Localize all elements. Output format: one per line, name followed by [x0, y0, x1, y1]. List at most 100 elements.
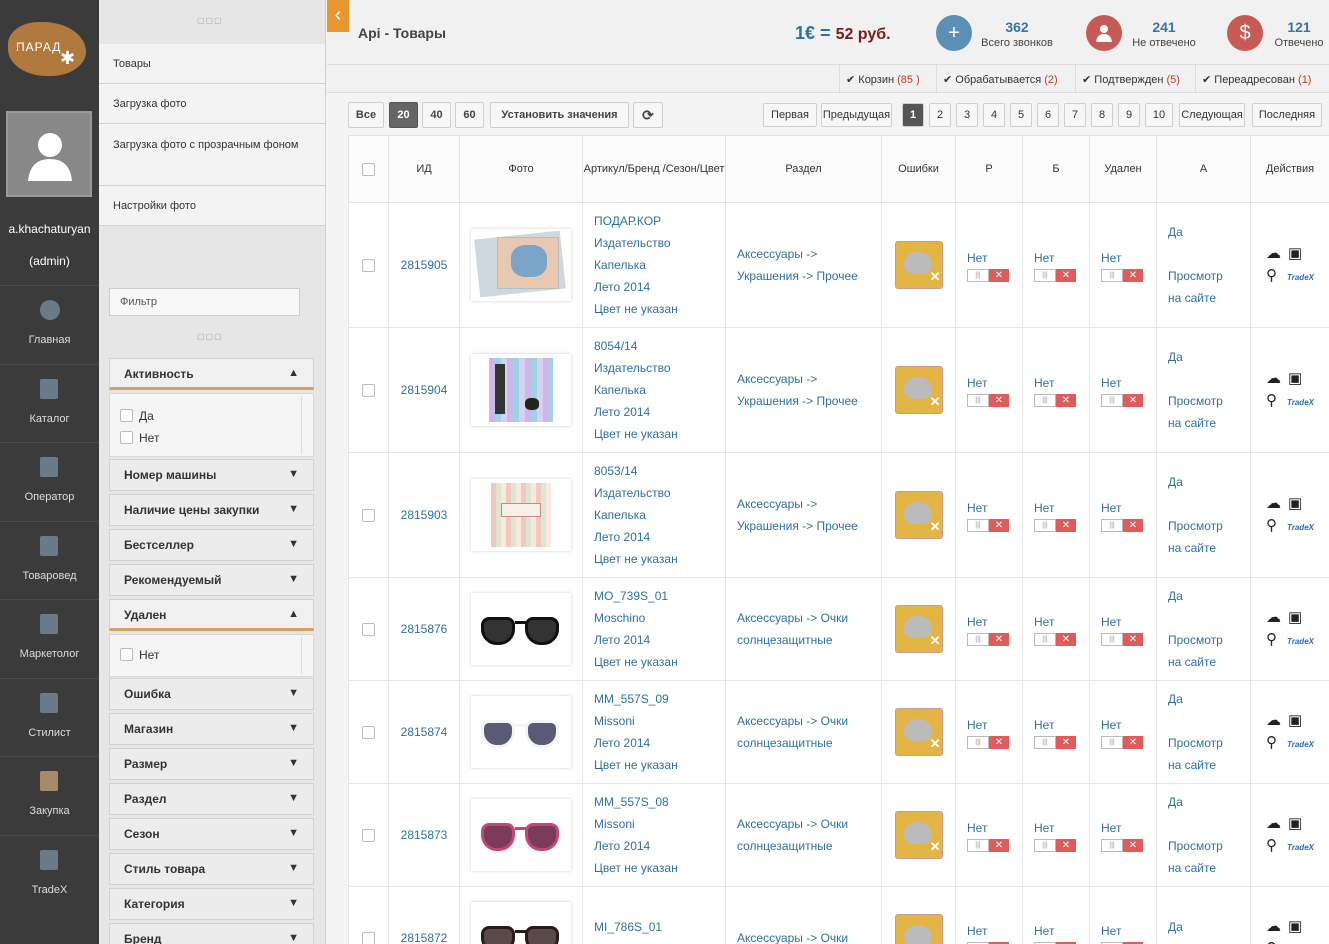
filter-input[interactable]: Фильтр — [109, 288, 300, 316]
season-link[interactable]: Лето 2014 — [594, 276, 725, 298]
image-icon[interactable]: ▣ — [1288, 371, 1308, 387]
cloud-upload-icon[interactable]: ☁ — [1266, 610, 1286, 626]
brand-link[interactable]: Издательство Капелька — [594, 357, 694, 401]
row-checkbox[interactable] — [362, 726, 375, 740]
a-value[interactable]: Да — [1168, 346, 1250, 368]
col-b[interactable]: Б — [1022, 135, 1090, 203]
tab-baskets[interactable]: ✔ Корзин (85 ) — [839, 65, 926, 93]
error-image-icon[interactable]: ✕ — [894, 914, 943, 944]
product-id-link[interactable]: 2815905 — [401, 258, 448, 272]
product-id-link[interactable]: 2815874 — [401, 725, 448, 739]
toggle-switch[interactable]: |||✕ — [967, 519, 1011, 533]
row-checkbox[interactable] — [362, 932, 375, 944]
submenu-photo-transparent[interactable]: Загрузка фото с прозрачным фоном — [99, 124, 325, 186]
prev-page-button[interactable]: Предыдущая — [821, 103, 892, 127]
a-value[interactable]: Да — [1168, 221, 1250, 243]
product-photo[interactable] — [471, 229, 571, 301]
filter-price[interactable]: Наличие цены закупки ▼ — [109, 494, 314, 526]
drag-handle-icon[interactable]: ▢▢▢ — [197, 16, 223, 25]
error-image-icon[interactable]: ✕ — [894, 241, 943, 289]
a-value[interactable]: Да — [1168, 916, 1250, 938]
a-value[interactable]: Да — [1168, 688, 1250, 710]
filter-error[interactable]: Ошибка ▼ — [109, 678, 314, 710]
col-id[interactable]: ИД — [388, 135, 460, 203]
image-icon[interactable]: ▣ — [1288, 246, 1308, 262]
color-link[interactable]: Цвет не указан — [594, 423, 725, 445]
row-checkbox[interactable] — [362, 623, 375, 637]
view-on-site-link[interactable]: Просмотр — [1168, 265, 1250, 287]
toggle-switch[interactable]: |||✕ — [967, 736, 1011, 750]
nav-item[interactable]: Закупка — [0, 756, 99, 834]
page-button[interactable]: 4 — [983, 103, 1005, 127]
col-a[interactable]: А — [1156, 135, 1251, 203]
view-on-site-link[interactable]: Просмотр — [1168, 835, 1250, 857]
product-id-link[interactable]: 2815903 — [401, 508, 448, 522]
view-on-site-link[interactable]: Просмотр — [1168, 390, 1250, 412]
filter-machine[interactable]: Номер машины ▼ — [109, 459, 314, 491]
col-deleted[interactable]: Удален — [1089, 135, 1157, 203]
brand-link[interactable]: Missoni — [594, 938, 694, 944]
view-on-site-link[interactable]: на сайте — [1168, 651, 1250, 673]
image-icon[interactable]: ▣ — [1288, 713, 1308, 729]
cloud-upload-icon[interactable]: ☁ — [1266, 246, 1286, 262]
nav-item[interactable]: Товаровед — [0, 520, 99, 599]
error-image-icon[interactable]: ✕ — [894, 811, 943, 859]
filter-bestseller[interactable]: Бестселлер ▼ — [109, 529, 314, 561]
error-image-icon[interactable]: ✕ — [894, 366, 943, 414]
a-value[interactable]: Да — [1168, 585, 1250, 607]
image-icon[interactable]: ▣ — [1288, 610, 1308, 626]
select-all-checkbox[interactable] — [362, 162, 375, 176]
error-image-icon[interactable]: ✕ — [894, 605, 943, 653]
brand-link[interactable]: Moschino — [594, 607, 694, 629]
section-link[interactable]: Аксессуары -> Очки — [737, 927, 881, 944]
search-icon[interactable]: ⚲ — [1266, 268, 1286, 284]
toggle-switch[interactable]: |||✕ — [1034, 839, 1078, 853]
submenu-photo-settings[interactable]: Настройки фото — [99, 186, 325, 226]
tab-redirected[interactable]: ✔ Переадресован (1) — [1195, 65, 1317, 93]
toggle-switch[interactable]: |||✕ — [1101, 269, 1145, 283]
brand-link[interactable]: Missoni — [594, 813, 694, 835]
table-row[interactable]: 2815905 ПОДАР.КОР Издательство Капелька … — [348, 202, 1329, 328]
first-page-button[interactable]: Первая — [763, 103, 817, 127]
article-link[interactable]: MO_739S_01 — [594, 585, 725, 607]
color-link[interactable]: Цвет не указан — [594, 857, 725, 879]
show-all-button[interactable]: Все — [348, 102, 384, 128]
search-icon[interactable]: ⚲ — [1266, 735, 1286, 751]
filter-category[interactable]: Категория ▼ — [109, 888, 314, 920]
search-icon[interactable]: ⚲ — [1266, 632, 1286, 648]
product-photo[interactable] — [471, 696, 571, 768]
article-link[interactable]: MM_557S_09 — [594, 688, 725, 710]
option-yes[interactable]: Да — [120, 408, 154, 423]
section-link[interactable]: Аксессуары -> — [737, 493, 881, 515]
cloud-upload-icon[interactable]: ☁ — [1266, 816, 1286, 832]
article-link[interactable]: MI_786S_01 — [594, 916, 725, 938]
page-button[interactable]: 9 — [1118, 103, 1140, 127]
page-button[interactable]: 10 — [1145, 103, 1173, 127]
product-id-link[interactable]: 2815872 — [401, 931, 448, 944]
filter-activity[interactable]: Активность ▲ — [109, 358, 314, 390]
toggle-switch[interactable]: |||✕ — [1101, 394, 1145, 408]
search-icon[interactable]: ⚲ — [1266, 518, 1286, 534]
toggle-switch[interactable]: |||✕ — [1034, 394, 1078, 408]
season-link[interactable]: Лето 2014 — [594, 401, 725, 423]
row-checkbox[interactable] — [362, 829, 375, 843]
table-row[interactable]: 2815876 MO_739S_01 Moschino Лето 2014 Цв… — [348, 577, 1329, 681]
search-icon[interactable]: ⚲ — [1266, 393, 1286, 409]
section-link[interactable]: Аксессуары -> Очки — [737, 813, 881, 835]
view-on-site-link[interactable]: на сайте — [1168, 537, 1250, 559]
image-icon[interactable]: ▣ — [1288, 496, 1308, 512]
drag-handle-icon[interactable]: ▢▢▢ — [197, 332, 223, 341]
option-no[interactable]: Нет — [120, 647, 159, 662]
logo[interactable]: ПАРАД ✱ — [0, 0, 99, 95]
view-on-site-link[interactable]: Просмотр — [1168, 732, 1250, 754]
product-id-link[interactable]: 2815904 — [401, 383, 448, 397]
article-link[interactable]: MM_557S_08 — [594, 791, 725, 813]
scrollbar[interactable] — [301, 396, 311, 454]
tradex-icon[interactable]: TradeX — [1287, 634, 1314, 650]
set-values-button[interactable]: Установить значения — [490, 102, 629, 128]
product-id-link[interactable]: 2815873 — [401, 828, 448, 842]
stat-answered[interactable]: $ 121 Отвечено — [1227, 15, 1329, 53]
filter-recommended[interactable]: Рекомендуемый ▼ — [109, 564, 314, 596]
filter-size[interactable]: Размер ▼ — [109, 748, 314, 780]
article-link[interactable]: 8053/14 — [594, 460, 725, 482]
